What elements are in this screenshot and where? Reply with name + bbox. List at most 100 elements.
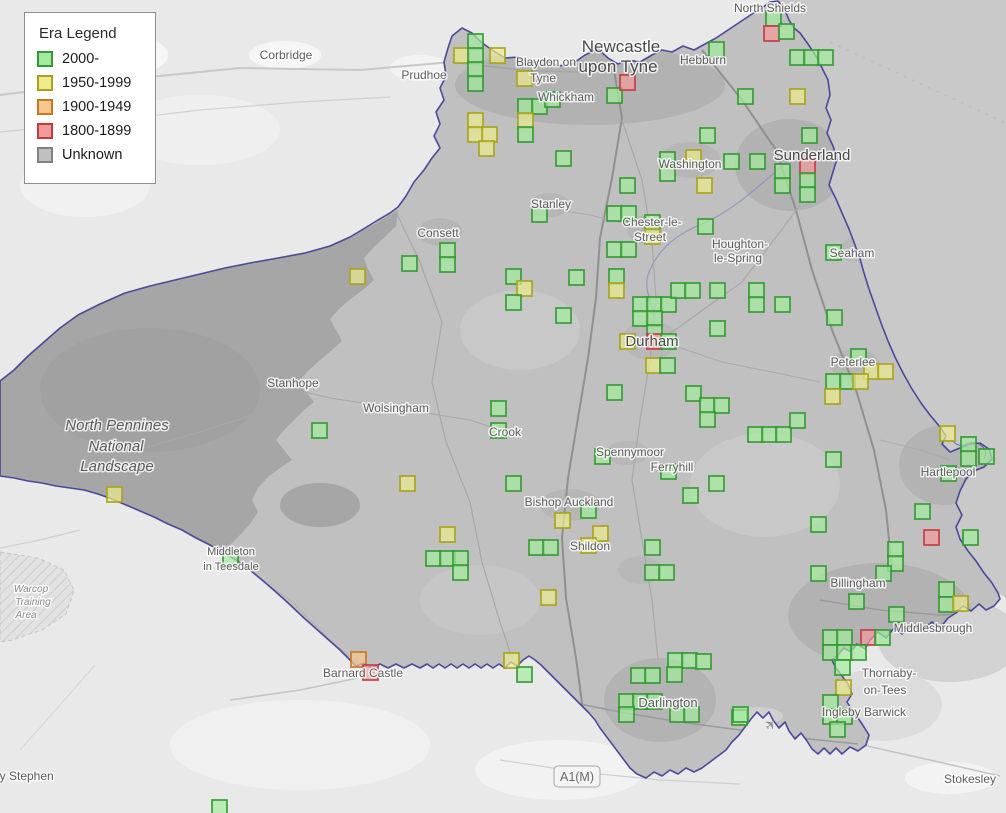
era-square[interactable] [644, 667, 661, 684]
era-square[interactable] [763, 25, 780, 42]
era-square[interactable] [645, 357, 662, 374]
era-square[interactable] [761, 426, 778, 443]
era-square[interactable] [825, 373, 842, 390]
era-square[interactable] [401, 255, 418, 272]
era-square[interactable] [801, 127, 818, 144]
era-square[interactable] [606, 205, 623, 222]
era-square[interactable] [478, 140, 495, 157]
era-square[interactable] [749, 153, 766, 170]
era-square[interactable] [670, 282, 687, 299]
era-square[interactable] [799, 186, 816, 203]
era-square[interactable] [774, 296, 791, 313]
era-square[interactable] [713, 397, 730, 414]
era-square[interactable] [774, 163, 791, 180]
era-square[interactable] [467, 126, 484, 143]
era-square[interactable] [554, 512, 571, 529]
era-square[interactable] [850, 644, 867, 661]
era-square[interactable] [939, 425, 956, 442]
era-square[interactable] [666, 666, 683, 683]
era-square[interactable] [938, 596, 955, 613]
era-square[interactable] [874, 629, 891, 646]
era-square[interactable] [608, 268, 625, 285]
era-square[interactable] [923, 529, 940, 546]
era-square[interactable] [697, 218, 714, 235]
era-square[interactable] [555, 307, 572, 324]
era-square[interactable] [810, 516, 827, 533]
era-square[interactable] [978, 448, 995, 465]
era-square[interactable] [505, 475, 522, 492]
era-square[interactable] [490, 400, 507, 417]
era-square[interactable] [887, 541, 904, 558]
era-square[interactable] [799, 172, 816, 189]
era-square[interactable] [489, 47, 506, 64]
era-square[interactable] [789, 88, 806, 105]
era-square[interactable] [681, 652, 698, 669]
era-square[interactable] [568, 269, 585, 286]
era-square[interactable] [836, 644, 853, 661]
era-square[interactable] [528, 539, 545, 556]
era-square[interactable] [606, 384, 623, 401]
era-square[interactable] [708, 475, 725, 492]
era-square[interactable] [660, 296, 677, 313]
era-square[interactable] [467, 61, 484, 78]
era-square[interactable] [632, 310, 649, 327]
era-square[interactable] [737, 88, 754, 105]
era-square[interactable] [439, 242, 456, 259]
era-square[interactable] [952, 595, 969, 612]
era-square[interactable] [914, 503, 931, 520]
era-square[interactable] [826, 309, 843, 326]
era-square[interactable] [503, 652, 520, 669]
era-square[interactable] [709, 282, 726, 299]
era-square[interactable] [452, 564, 469, 581]
era-square[interactable] [699, 397, 716, 414]
era-square[interactable] [860, 629, 877, 646]
era-square[interactable] [824, 388, 841, 405]
era-square[interactable] [439, 526, 456, 543]
era-square[interactable] [775, 426, 792, 443]
era-square[interactable] [789, 412, 806, 429]
era-square[interactable] [938, 581, 955, 598]
era-square[interactable] [852, 373, 869, 390]
era-square[interactable] [789, 49, 806, 66]
era-square[interactable] [632, 296, 649, 313]
era-square[interactable] [516, 280, 533, 297]
era-square[interactable] [505, 294, 522, 311]
era-square[interactable] [682, 487, 699, 504]
era-square[interactable] [452, 550, 469, 567]
era-square[interactable] [834, 659, 851, 676]
era-square[interactable] [774, 177, 791, 194]
era-square[interactable] [829, 721, 846, 738]
era-square[interactable] [425, 550, 442, 567]
era-square[interactable] [817, 49, 834, 66]
era-square[interactable] [748, 296, 765, 313]
era-square[interactable] [732, 706, 749, 723]
era-square[interactable] [467, 47, 484, 64]
era-square[interactable] [453, 47, 470, 64]
era-square[interactable] [835, 679, 852, 696]
era-square[interactable] [646, 310, 663, 327]
era-square[interactable] [619, 177, 636, 194]
era-square[interactable] [349, 268, 366, 285]
era-square[interactable] [606, 241, 623, 258]
era-square[interactable] [439, 256, 456, 273]
era-square[interactable] [709, 320, 726, 337]
era-square[interactable] [517, 98, 534, 115]
era-square[interactable] [696, 177, 713, 194]
era-square[interactable] [658, 564, 675, 581]
era-square[interactable] [517, 126, 534, 143]
era-square[interactable] [960, 450, 977, 467]
era-square[interactable] [877, 363, 894, 380]
era-square[interactable] [620, 241, 637, 258]
era-square[interactable] [810, 565, 827, 582]
era-square[interactable] [467, 112, 484, 129]
era-square[interactable] [659, 357, 676, 374]
era-square[interactable] [825, 451, 842, 468]
era-square[interactable] [644, 539, 661, 556]
era-square[interactable] [106, 486, 123, 503]
era-square[interactable] [646, 296, 663, 313]
era-square[interactable] [699, 411, 716, 428]
era-square[interactable] [619, 74, 636, 91]
era-square[interactable] [608, 282, 625, 299]
era-square[interactable] [684, 282, 701, 299]
era-square[interactable] [467, 75, 484, 92]
